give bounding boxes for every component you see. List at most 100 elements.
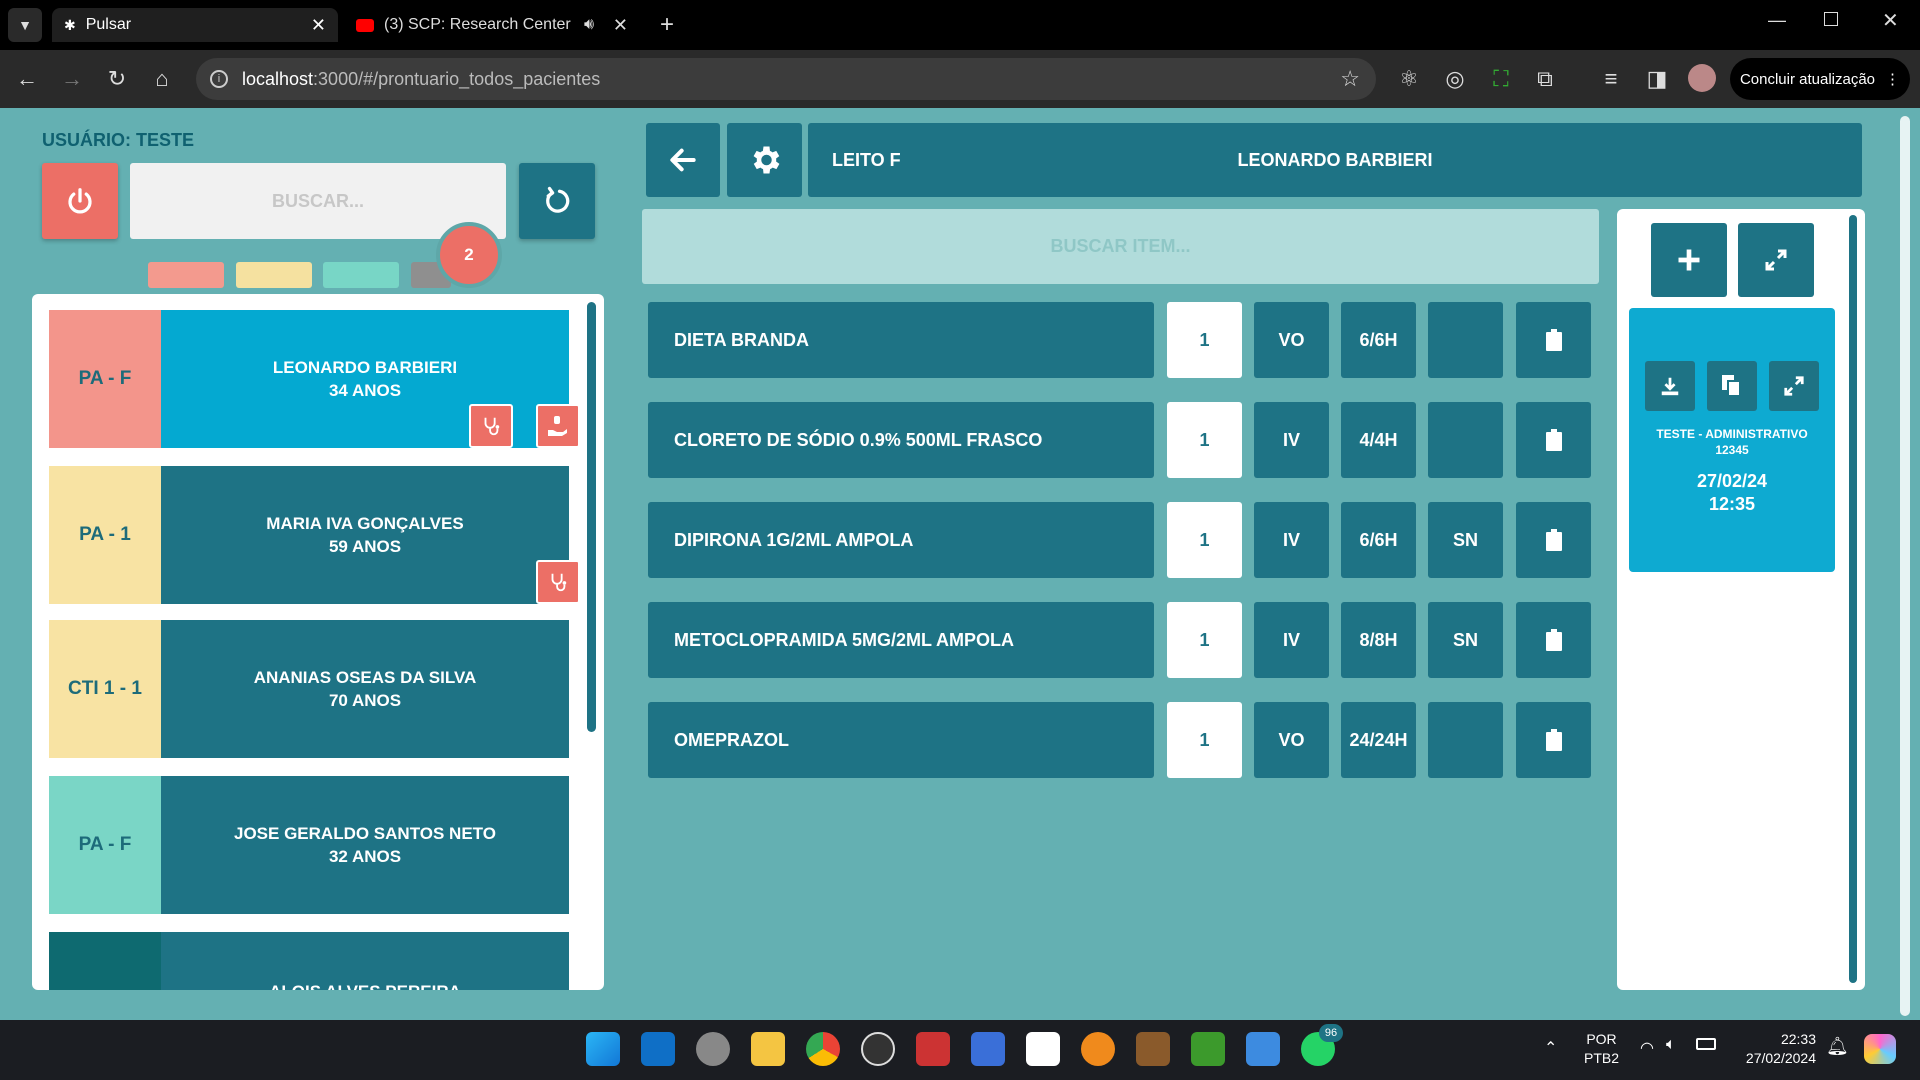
- home-icon[interactable]: ⌂: [145, 62, 179, 96]
- item-search-input[interactable]: BUSCAR ITEM...: [642, 209, 1599, 284]
- reload-icon[interactable]: ↻: [100, 62, 134, 96]
- site-info-icon[interactable]: i: [210, 70, 228, 88]
- item-if-needed[interactable]: [1428, 402, 1503, 478]
- minecraft-icon[interactable]: [1191, 1032, 1225, 1066]
- profile-avatar[interactable]: [1688, 64, 1716, 92]
- app-icon-2[interactable]: [971, 1032, 1005, 1066]
- side-panel-icon[interactable]: ◨: [1640, 62, 1674, 96]
- item-route[interactable]: IV: [1254, 402, 1329, 478]
- tab-youtube[interactable]: (3) SCP: Research Center - 3 🔊︎ ✕: [344, 8, 640, 42]
- extension-react-icon[interactable]: ⚛: [1392, 62, 1426, 96]
- capcut-icon[interactable]: [1026, 1032, 1060, 1066]
- filter-red[interactable]: [148, 262, 224, 288]
- page-scrollbar[interactable]: [1900, 116, 1910, 1016]
- medication-button[interactable]: [536, 404, 580, 448]
- restore-icon[interactable]: [1824, 12, 1838, 26]
- app-icon-1[interactable]: [916, 1032, 950, 1066]
- clock[interactable]: 22:33 27/02/2024: [1736, 1030, 1816, 1068]
- item-frequency[interactable]: 6/6H: [1341, 302, 1416, 378]
- item-if-needed[interactable]: SN: [1428, 602, 1503, 678]
- item-frequency[interactable]: 24/24H: [1341, 702, 1416, 778]
- patient-list-scrollbar[interactable]: [587, 302, 596, 732]
- wifi-icon[interactable]: ◠: [1640, 1038, 1654, 1058]
- notepad-icon[interactable]: [1246, 1032, 1280, 1066]
- close-window-icon[interactable]: ✕: [1882, 8, 1899, 33]
- item-quantity[interactable]: 1: [1167, 302, 1242, 378]
- item-frequency[interactable]: 8/8H: [1341, 602, 1416, 678]
- delete-item-button[interactable]: [1516, 602, 1591, 678]
- close-tab-icon[interactable]: ✕: [613, 15, 628, 36]
- inkscape-icon[interactable]: [696, 1032, 730, 1066]
- patient-card[interactable]: ALOIS ALVES PEREIRA: [49, 932, 569, 990]
- item-if-needed[interactable]: [1428, 302, 1503, 378]
- item-if-needed[interactable]: [1428, 702, 1503, 778]
- chrome-icon[interactable]: [806, 1032, 840, 1066]
- item-quantity[interactable]: 1: [1167, 602, 1242, 678]
- item-name[interactable]: METOCLOPRAMIDA 5MG/2ML AMPOLA: [648, 602, 1154, 678]
- blender-icon[interactable]: [1081, 1032, 1115, 1066]
- new-tab-icon[interactable]: +: [652, 10, 682, 40]
- item-name[interactable]: DIPIRONA 1G/2ML AMPOLA: [648, 502, 1154, 578]
- volume-icon[interactable]: 🔈︎: [1666, 1036, 1676, 1054]
- item-if-needed[interactable]: SN: [1428, 502, 1503, 578]
- item-route[interactable]: IV: [1254, 502, 1329, 578]
- item-route[interactable]: VO: [1254, 302, 1329, 378]
- obs-icon[interactable]: [861, 1032, 895, 1066]
- minimize-icon[interactable]: —: [1768, 10, 1786, 31]
- stethoscope-button[interactable]: [469, 404, 513, 448]
- item-name[interactable]: CLORETO DE SÓDIO 0.9% 500ML FRASCO: [648, 402, 1154, 478]
- item-quantity[interactable]: 1: [1167, 502, 1242, 578]
- extension-screenshot-icon[interactable]: ⛶: [1484, 62, 1518, 96]
- item-frequency[interactable]: 6/6H: [1341, 502, 1416, 578]
- download-button[interactable]: [1645, 361, 1695, 411]
- battery-icon[interactable]: [1696, 1038, 1716, 1050]
- item-quantity[interactable]: 1: [1167, 402, 1242, 478]
- prescription-card[interactable]: TESTE - ADMINISTRATIVO 12345 27/02/24 12…: [1629, 308, 1835, 572]
- expand-button[interactable]: [1769, 361, 1819, 411]
- media-control-icon[interactable]: ≡: [1594, 62, 1628, 96]
- more-menu-icon[interactable]: ⋮: [1885, 70, 1900, 88]
- item-route[interactable]: IV: [1254, 602, 1329, 678]
- prescriptions-scrollbar[interactable]: [1849, 215, 1857, 983]
- vscode-icon[interactable]: [641, 1032, 675, 1066]
- filter-yellow[interactable]: [236, 262, 312, 288]
- patient-card[interactable]: CTI 1 - 1 ANANIAS OSEAS DA SILVA 70 ANOS: [49, 620, 569, 758]
- import-button[interactable]: [1738, 223, 1814, 297]
- copilot-icon[interactable]: [1864, 1034, 1896, 1064]
- item-quantity[interactable]: 1: [1167, 702, 1242, 778]
- extensions-puzzle-icon[interactable]: ⧉: [1528, 62, 1562, 96]
- item-name[interactable]: OMEPRAZOL: [648, 702, 1154, 778]
- settings-button[interactable]: [727, 123, 802, 197]
- forward-icon[interactable]: →: [55, 62, 89, 96]
- item-name[interactable]: DIETA BRANDA: [648, 302, 1154, 378]
- patient-card[interactable]: PA - 1 MARIA IVA GONÇALVES 59 ANOS: [49, 466, 580, 604]
- close-tab-icon[interactable]: ✕: [311, 15, 326, 36]
- tab-list-button[interactable]: ▼: [8, 8, 42, 42]
- language-indicator[interactable]: POR PTB2: [1584, 1030, 1619, 1068]
- patient-card[interactable]: PA - F LEONARDO BARBIERI 34 ANOS: [49, 310, 580, 448]
- tray-chevron-icon[interactable]: ⌃: [1544, 1038, 1557, 1058]
- notification-bell-icon[interactable]: 🔔︎: [1826, 1036, 1849, 1057]
- whatsapp-icon[interactable]: 96: [1301, 1024, 1343, 1066]
- file-explorer-icon[interactable]: [751, 1032, 785, 1066]
- app-icon-3[interactable]: [1136, 1032, 1170, 1066]
- item-route[interactable]: VO: [1254, 702, 1329, 778]
- add-prescription-button[interactable]: [1651, 223, 1727, 297]
- bookmark-star-icon[interactable]: ☆: [1340, 66, 1360, 92]
- delete-item-button[interactable]: [1516, 302, 1591, 378]
- delete-item-button[interactable]: [1516, 702, 1591, 778]
- notification-badge[interactable]: 2: [436, 222, 502, 288]
- windows-start-icon[interactable]: [586, 1032, 620, 1066]
- delete-item-button[interactable]: [1516, 502, 1591, 578]
- refresh-button[interactable]: [519, 163, 595, 239]
- address-bar[interactable]: i localhost:3000/#/prontuario_todos_paci…: [196, 58, 1376, 100]
- delete-item-button[interactable]: [1516, 402, 1591, 478]
- copy-button[interactable]: [1707, 361, 1757, 411]
- patient-card[interactable]: PA - F JOSE GERALDO SANTOS NETO 32 ANOS: [49, 776, 569, 914]
- back-button[interactable]: [646, 123, 720, 197]
- extension-target-icon[interactable]: ◎: [1438, 62, 1472, 96]
- logout-button[interactable]: [42, 163, 118, 239]
- item-frequency[interactable]: 4/4H: [1341, 402, 1416, 478]
- update-button[interactable]: Concluir atualização ⋮: [1730, 58, 1910, 100]
- filter-green[interactable]: [323, 262, 399, 288]
